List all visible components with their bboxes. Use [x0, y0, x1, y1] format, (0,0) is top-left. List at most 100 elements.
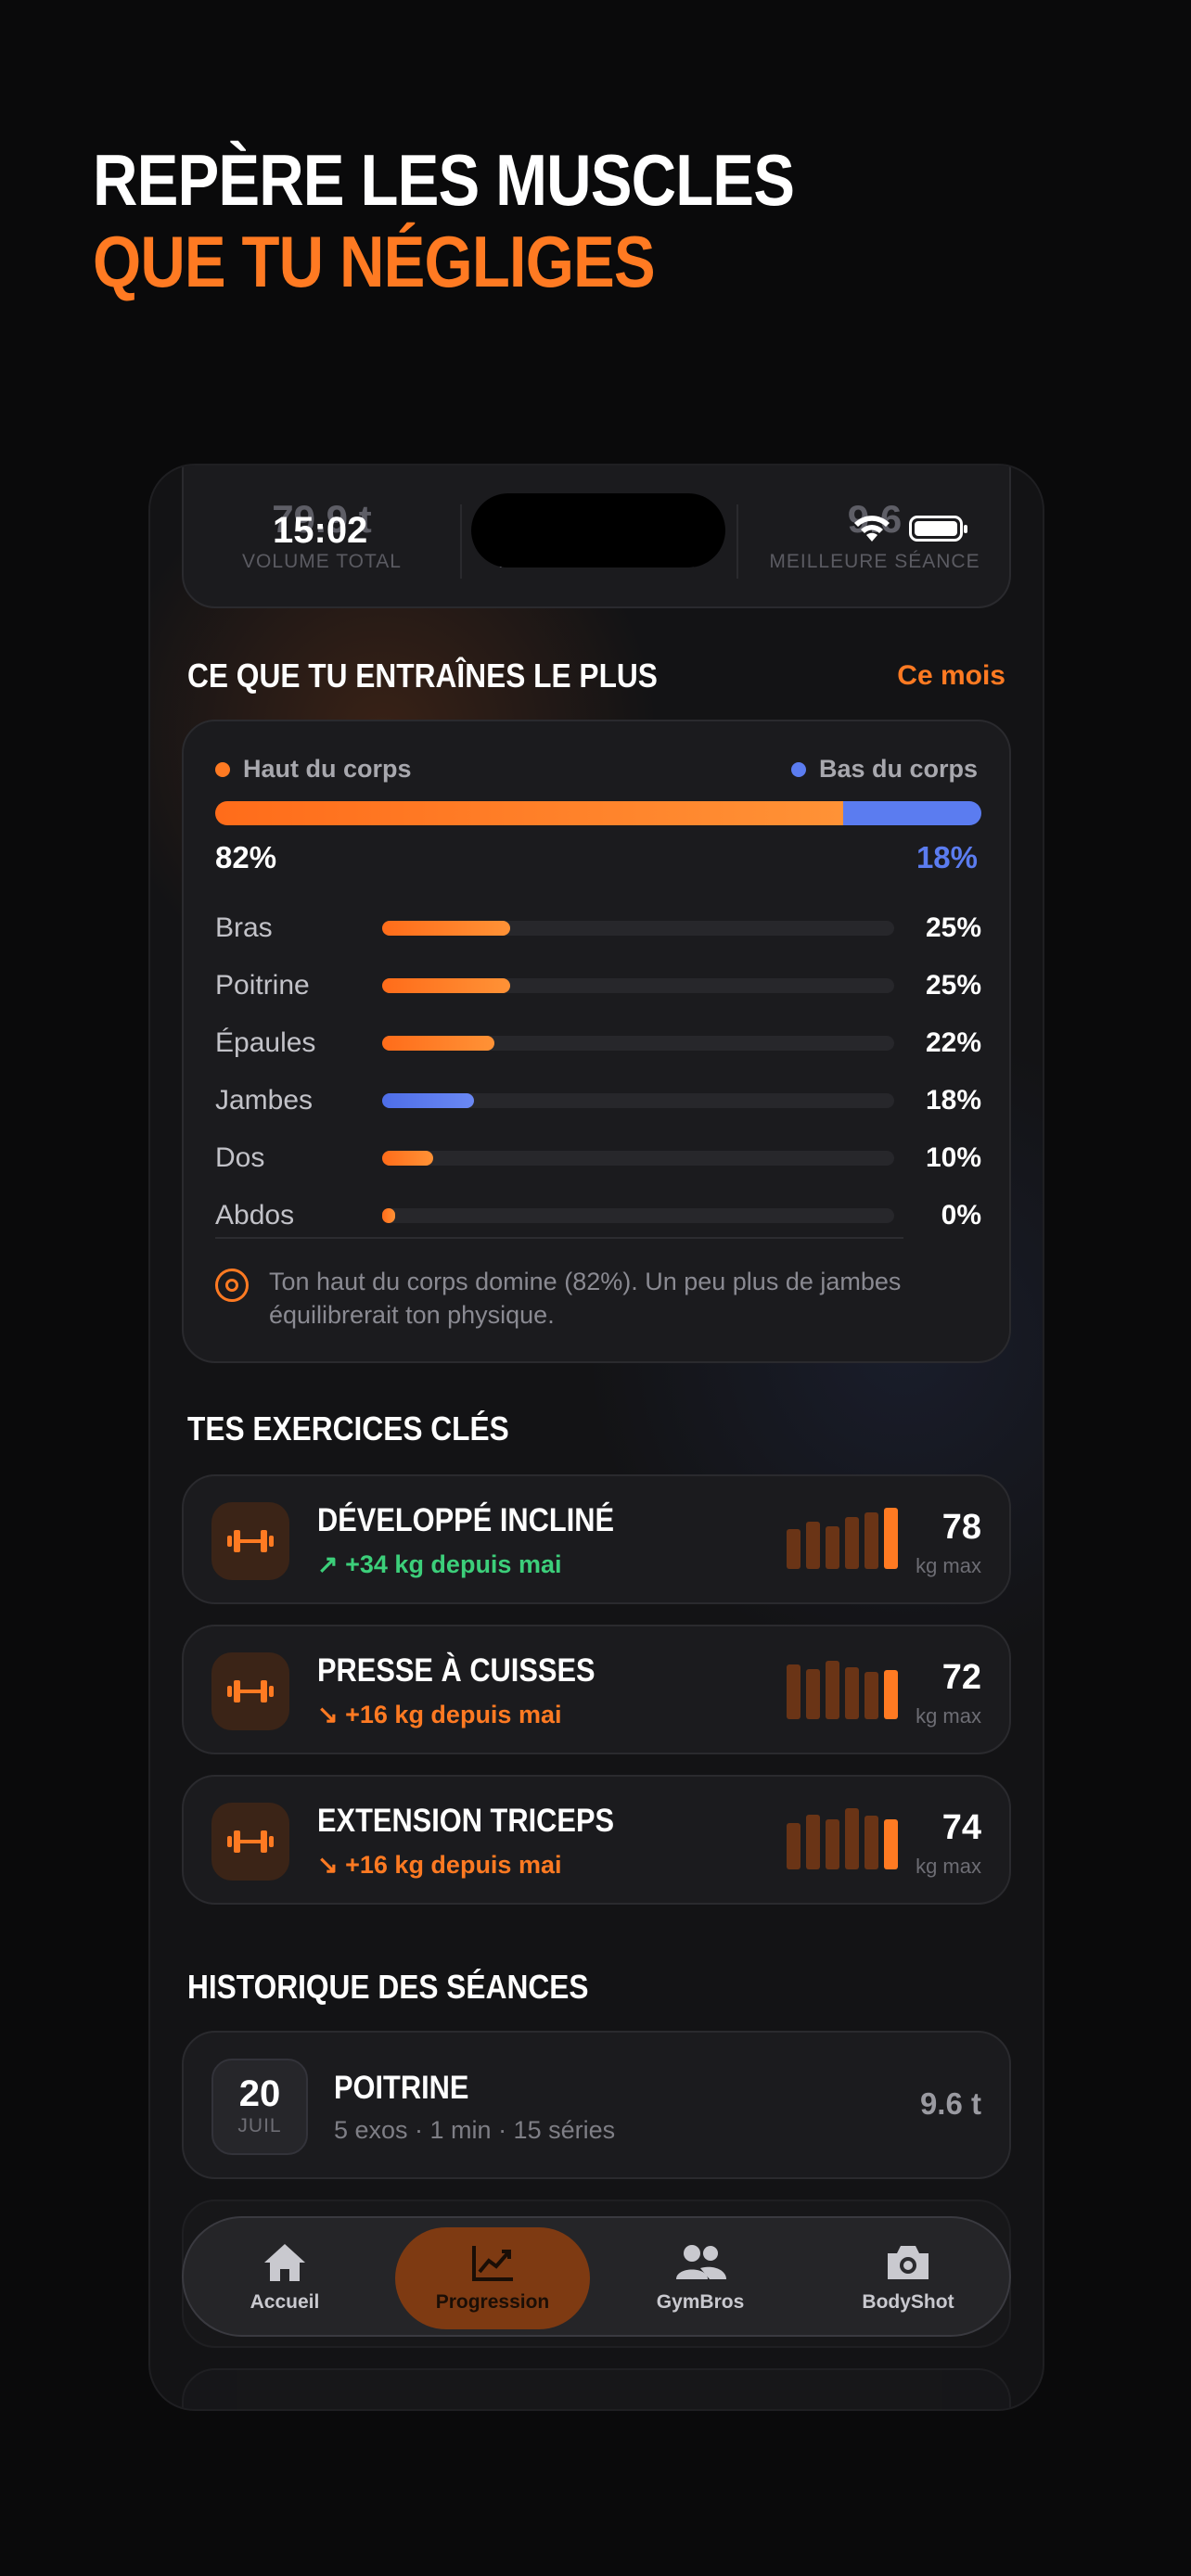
muscle-name: Poitrine [215, 970, 310, 1001]
spark-bar [787, 1664, 800, 1719]
dynamic-island [471, 493, 725, 567]
muscle-fill [382, 978, 510, 993]
muscle-row: Bras 25% [215, 911, 981, 948]
tab-gymbros[interactable]: GymBros [603, 2227, 798, 2329]
session-card-partial[interactable] [182, 2368, 1011, 2409]
muscle-fill [382, 1208, 395, 1223]
lower-dot [790, 761, 806, 777]
legend-lower-label: Bas du corps [818, 755, 978, 783]
spark-bar [884, 1670, 898, 1719]
period-link[interactable]: Ce mois [897, 660, 1005, 692]
spark-bar [864, 1672, 878, 1719]
exercise-sparkbars [787, 1658, 898, 1719]
muscle-percent: 10% [925, 1142, 981, 1173]
muscle-track [382, 1208, 894, 1223]
spark-bar [826, 1526, 839, 1569]
exercise-delta: ↘ +16 kg depuis mai [317, 1701, 561, 1729]
muscle-row: Dos 10% [215, 1141, 981, 1178]
exercise-delta-text: +16 kg depuis mai [345, 1701, 562, 1728]
muscle-fill [382, 1036, 495, 1051]
camera-icon [888, 2246, 928, 2279]
target-icon [215, 1269, 249, 1302]
session-card[interactable]: 20 JUIL POITRINE 5 exos · 1 min · 15 sér… [182, 2031, 1011, 2179]
history-section-title: HISTORIQUE DES SÉANCES [187, 1968, 589, 2006]
balance-tip: Ton haut du corps domine (82%). Un peu p… [269, 1268, 902, 1329]
lower-percent: 18% [916, 840, 978, 874]
trend-arrow-icon: ↘ [317, 1851, 346, 1879]
exercise-unit: kg max [916, 1554, 981, 1577]
legend-lower: Bas du corps [790, 755, 978, 784]
marketing-headline: REPÈRE LES MUSCLES QUE TU NÉGLIGES [93, 139, 1113, 302]
tab-label: GymBros [656, 2291, 745, 2313]
headline-line-1: REPÈRE LES MUSCLES [93, 139, 795, 221]
muscle-percent: 0% [941, 1200, 981, 1231]
muscle-percent: 18% [925, 1085, 981, 1116]
dumbbell-icon [211, 1652, 289, 1730]
upper-percent: 82% [215, 840, 277, 874]
upper-segment [215, 801, 844, 825]
muscle-percent: 22% [925, 1027, 981, 1058]
session-title: POITRINE [334, 2070, 469, 2106]
spark-bar [884, 1508, 898, 1569]
muscle-track [382, 1151, 894, 1166]
muscle-track [382, 921, 894, 936]
muscle-row: Abdos 0% [215, 1198, 981, 1235]
spark-bar [845, 1667, 859, 1719]
exercise-name: PRESSE À CUISSES [317, 1652, 596, 1689]
spark-bar [826, 1819, 839, 1869]
muscle-row: Épaules 22% [215, 1026, 981, 1063]
exercise-delta-text: +34 kg depuis mai [345, 1550, 562, 1578]
session-volume: 9.6 t [919, 2086, 981, 2121]
spark-bar [806, 1669, 820, 1719]
tab-label: Accueil [250, 2291, 320, 2313]
exercise-unit: kg max [916, 1855, 981, 1878]
muscle-fill [382, 921, 510, 936]
session-subtitle: 5 exos · 1 min · 15 séries [334, 2116, 616, 2144]
phone-frame: 79.9 t VOLUME TOTAL RECORDS DU MOIS 9.6 … [148, 464, 1044, 2411]
status-icons [852, 514, 967, 543]
spark-bar [864, 1512, 878, 1569]
people-icon [676, 2245, 726, 2279]
dumbbell-icon [211, 1803, 289, 1881]
exercise-delta: ↘ +16 kg depuis mai [317, 1851, 561, 1880]
card-divider [215, 1237, 903, 1239]
spark-bar [845, 1517, 859, 1569]
spark-bar [864, 1816, 878, 1869]
trend-arrow-icon: ↗ [317, 1550, 346, 1578]
stat-total-volume-label: VOLUME TOTAL [242, 551, 402, 572]
session-date: 20 JUIL [211, 2059, 308, 2155]
session-month: JUIL [237, 2115, 282, 2136]
exercise-name: DÉVELOPPÉ INCLINÉ [317, 1502, 615, 1538]
exercise-card[interactable]: PRESSE À CUISSES ↘ +16 kg depuis mai 72 kg … [182, 1625, 1011, 1754]
muscle-name: Dos [215, 1142, 265, 1173]
tab-bodyshot[interactable]: BodyShot [811, 2227, 1005, 2329]
chart-icon [472, 2246, 513, 2281]
exercises-section-title: TES EXERCICES CLÉS [187, 1409, 509, 1447]
muscle-fill [382, 1151, 434, 1166]
spark-bar [884, 1819, 898, 1869]
spark-bar [826, 1661, 839, 1719]
tab-progression[interactable]: Progression [395, 2227, 590, 2329]
muscle-name: Épaules [215, 1027, 316, 1058]
training-section-title: CE QUE TU ENTRAÎNES LE PLUS [187, 657, 658, 695]
muscle-name: Bras [215, 912, 273, 943]
tab-label: Progression [435, 2291, 550, 2313]
exercise-unit: kg max [916, 1704, 981, 1728]
exercise-card[interactable]: DÉVELOPPÉ INCLINÉ ↗ +34 kg depuis mai 78 kg… [182, 1474, 1011, 1604]
muscle-row: Jambes 18% [215, 1083, 981, 1120]
muscle-name: Jambes [215, 1085, 314, 1116]
exercise-max-value: 78 [941, 1508, 981, 1547]
exercise-max-value: 74 [941, 1808, 981, 1847]
lower-segment [843, 801, 981, 825]
exercise-max-value: 72 [941, 1658, 981, 1697]
muscle-track [382, 1036, 894, 1051]
session-day: 20 [238, 2073, 281, 2114]
battery-icon [909, 516, 967, 542]
muscle-track [382, 978, 894, 993]
headline-line-2: QUE TU NÉGLIGES [93, 221, 656, 302]
muscle-row: Poitrine 25% [215, 968, 981, 1005]
exercise-card[interactable]: EXTENSION TRICEPS ↘ +16 kg depuis mai 74 kg… [182, 1775, 1011, 1905]
tab-accueil[interactable]: Accueil [187, 2227, 382, 2329]
exercise-sparkbars [787, 1508, 898, 1569]
spark-bar [787, 1529, 800, 1569]
